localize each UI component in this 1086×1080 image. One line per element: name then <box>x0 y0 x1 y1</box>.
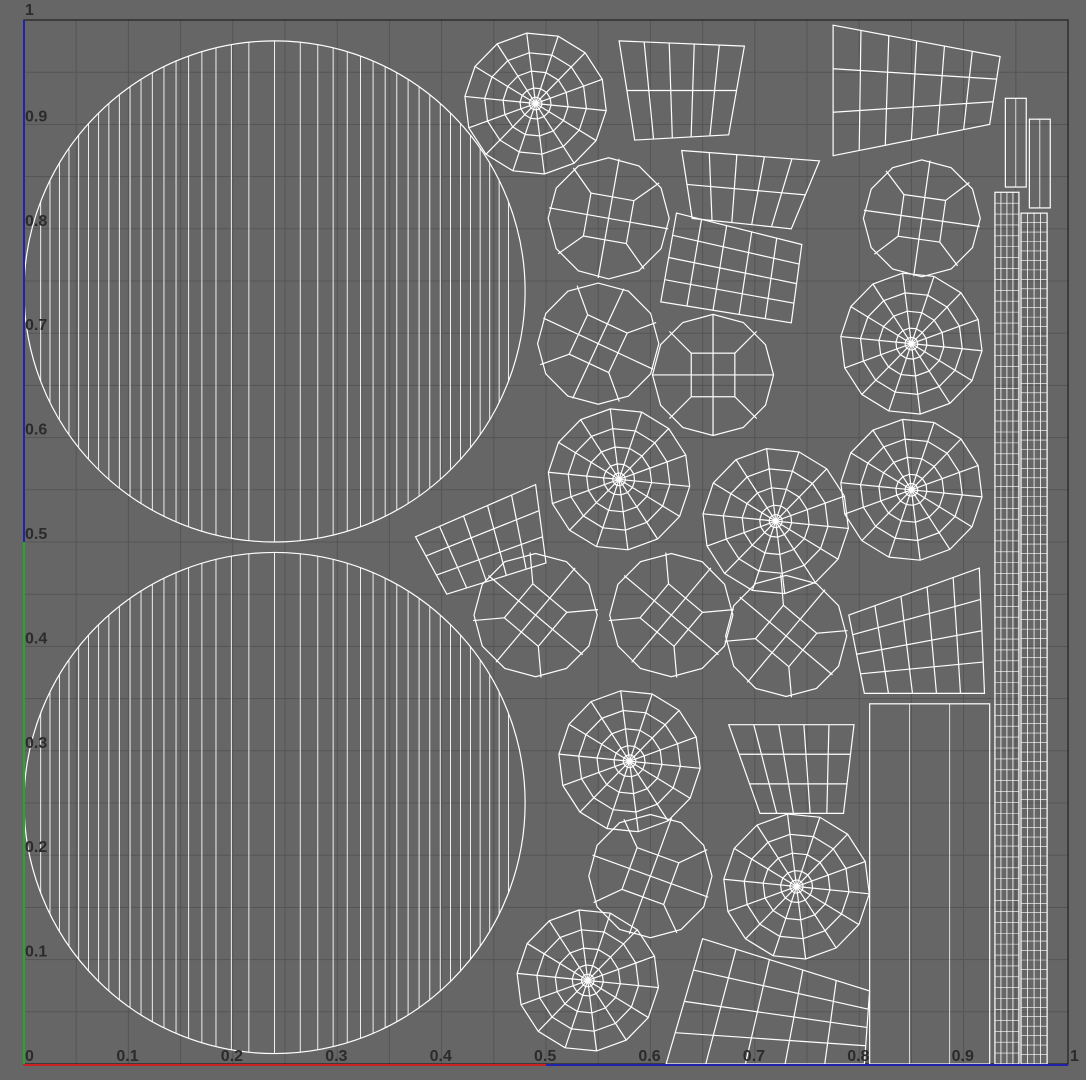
u-tick-label: 0.5 <box>534 1048 556 1065</box>
u-tick-label: 0.8 <box>847 1048 869 1065</box>
u-tick-label: 1 <box>1070 1048 1079 1065</box>
v-tick-label: 0.4 <box>25 630 47 647</box>
v-tick-label: 0.2 <box>25 839 47 856</box>
v-tick-label: 0.9 <box>25 108 47 125</box>
u-tick-label: 0 <box>25 1048 34 1065</box>
u-tick-label: 0.6 <box>638 1048 660 1065</box>
uv-editor-viewport[interactable]: 0 0.1 0.2 0.3 0.4 0.5 0.6 0.7 0.8 0.9 1 0.1 0.2 0.3 0.… <box>0 0 1086 1080</box>
v-tick-label: 0.5 <box>25 526 47 543</box>
v-tick-label: 0.1 <box>25 944 47 961</box>
u-tick-label: 0.1 <box>116 1048 138 1065</box>
u-tick-label: 0.9 <box>952 1048 974 1065</box>
uv-island-long-strip-a[interactable] <box>994 191 1020 1065</box>
v-tick-label: 0.3 <box>25 735 47 752</box>
u-tick-label: 0.3 <box>325 1048 347 1065</box>
u-tick-label: 0.2 <box>221 1048 243 1065</box>
v-tick-label: 1 <box>25 2 34 19</box>
v-tick-label: 0.7 <box>25 317 47 334</box>
v-tick-label: 0.8 <box>25 213 47 230</box>
u-tick-label: 0.4 <box>430 1048 452 1065</box>
v-tick-label: 0.6 <box>25 422 47 439</box>
u-tick-label: 0.7 <box>743 1048 765 1065</box>
uv-grid <box>23 19 1069 1065</box>
uv-island-quad-cap-3[interactable] <box>651 313 775 437</box>
uv-canvas[interactable]: 0 0.1 0.2 0.3 0.4 0.5 0.6 0.7 0.8 0.9 1 0.1 0.2 0.3 0.… <box>0 0 1086 1080</box>
